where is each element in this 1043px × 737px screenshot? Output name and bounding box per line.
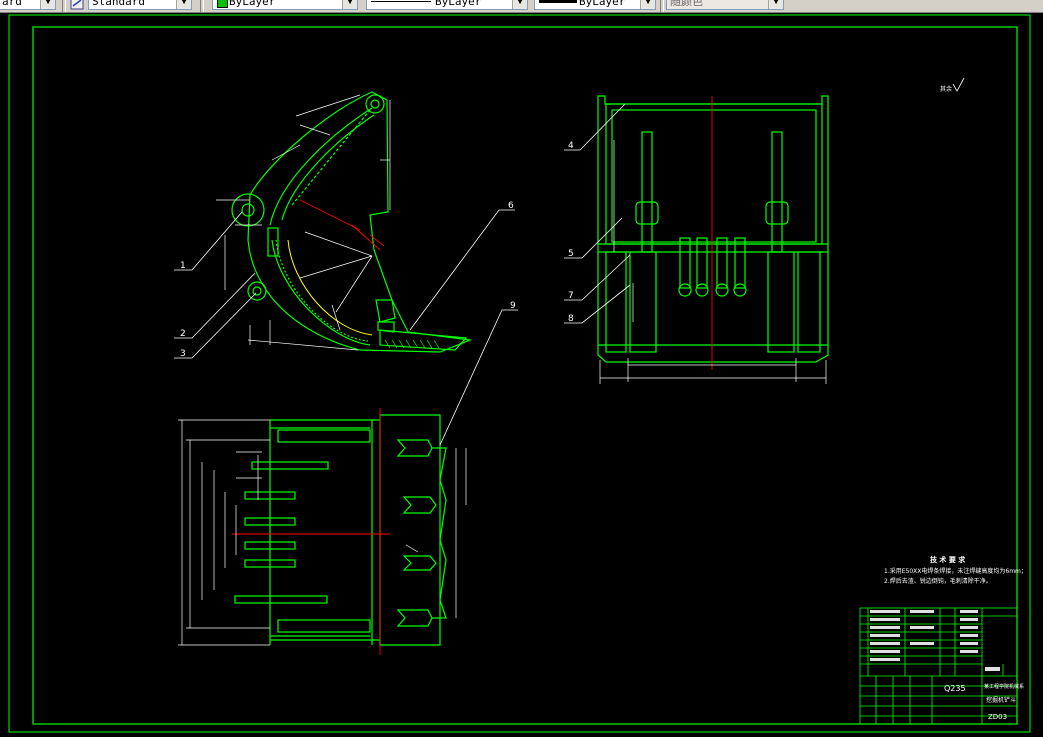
balloon-2: 2 xyxy=(180,329,186,339)
chevron-down-icon: ▼ xyxy=(342,0,357,9)
front-view xyxy=(597,95,829,363)
color-swatch xyxy=(217,0,228,8)
balloon-1: 1 xyxy=(180,261,186,271)
dimension-style-select[interactable]: Standard ▼ xyxy=(88,0,192,10)
title-school: 某工程学院机械系 xyxy=(984,683,1024,690)
balloon-9: 9 xyxy=(510,301,516,311)
lineweight-select[interactable]: ByLayer ▼ xyxy=(534,0,656,10)
drawing-frame xyxy=(32,26,1018,725)
title-name: 挖掘机铲斗 xyxy=(986,696,1016,704)
chevron-down-icon: ▼ xyxy=(768,0,783,9)
title-drawing-number: ZD03 xyxy=(988,713,1007,721)
chevron-down-icon: ▼ xyxy=(176,0,191,9)
color-value: ByLayer xyxy=(229,0,276,8)
plot-style-value: 随颜色 xyxy=(670,0,703,8)
toolbar-separator xyxy=(200,0,204,12)
linetype-value: ByLayer xyxy=(435,0,482,8)
balloon-4: 4 xyxy=(568,141,574,151)
side-view-dimensions xyxy=(216,94,391,351)
toolbar-separator xyxy=(660,0,664,12)
top-view-dimensions xyxy=(178,419,467,646)
top-view xyxy=(234,414,447,646)
drawing-canvas[interactable]: 1 2 3 4 5 6 7 8 9 其余 技 术 要 求 1.采用E50XX电焊… xyxy=(0,12,1043,737)
balloon-8: 8 xyxy=(568,314,574,324)
lineweight-sample xyxy=(539,0,577,3)
chevron-down-icon: ▼ xyxy=(40,0,55,9)
tech-note-1: 1.采用E50XX电焊条焊接，未注焊缝高度均为6mm； xyxy=(884,567,1027,575)
dimension-style-icon[interactable] xyxy=(70,0,84,10)
roughness-symbol: 其余 xyxy=(940,77,965,93)
linetype-sample xyxy=(371,1,431,2)
text-style-select[interactable]: ard ▼ xyxy=(0,0,56,10)
balloon-6: 6 xyxy=(508,201,514,211)
dimension-style-value: Standard xyxy=(92,0,145,8)
title-block-fields: Q235 某工程学院机械系 挖掘机铲斗 ZD03 xyxy=(944,683,1024,721)
chevron-down-icon: ▼ xyxy=(512,0,527,9)
balloon-5: 5 xyxy=(568,249,574,259)
tech-note-2: 2.焊后去渣、锐边倒钝，毛刺清除干净。 xyxy=(884,577,992,585)
title-block-table-text xyxy=(870,610,1000,671)
text-style-value: ard xyxy=(2,0,22,8)
technical-requirements: 技 术 要 求 1.采用E50XX电焊条焊接，未注焊缝高度均为6mm； 2.焊后… xyxy=(884,555,1027,585)
chevron-down-icon: ▼ xyxy=(640,0,655,9)
side-view xyxy=(231,91,473,353)
balloon-3: 3 xyxy=(180,349,186,359)
tech-title: 技 术 要 求 xyxy=(930,555,966,564)
front-view-dimensions xyxy=(599,140,827,384)
top-view-centerlines xyxy=(232,408,390,655)
title-material: Q235 xyxy=(944,684,966,693)
linetype-select[interactable]: ByLayer ▼ xyxy=(366,0,528,10)
balloon-7: 7 xyxy=(568,291,574,301)
roughness-label: 其余 xyxy=(940,85,952,93)
color-select[interactable]: ByLayer ▼ xyxy=(212,0,358,10)
balloon-labels: 1 2 3 4 5 6 7 8 9 xyxy=(180,141,574,359)
roughness-check-icon xyxy=(952,77,965,92)
toolbar-separator xyxy=(62,0,66,12)
drawing-outer-border xyxy=(8,14,1031,733)
title-block xyxy=(859,607,1018,725)
plot-style-select[interactable]: 随颜色 ▼ xyxy=(666,0,784,10)
lineweight-value: ByLayer xyxy=(579,0,626,8)
balloon-leaders xyxy=(174,103,631,446)
